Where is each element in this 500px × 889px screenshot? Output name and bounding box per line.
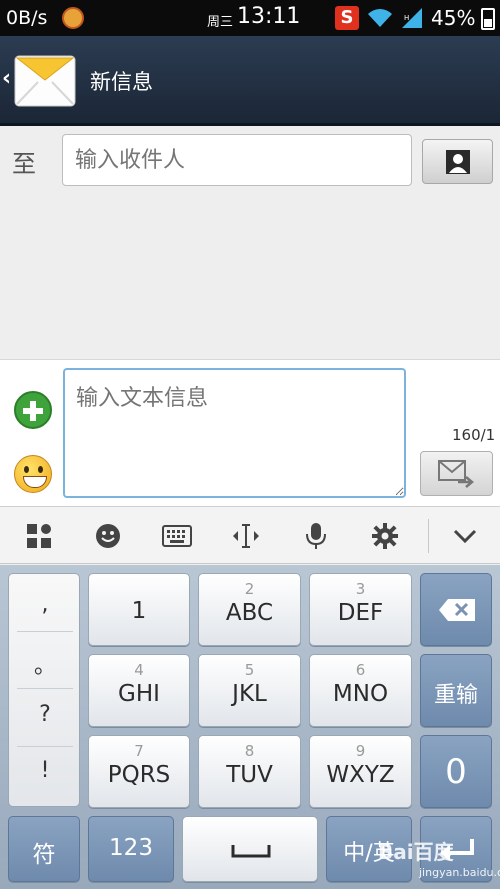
status-bar: 0B/s 周三 13:11 S H 45% [0,0,500,36]
watermark: Bai百度 [378,840,454,864]
character-counter: 160/1 [452,426,496,444]
divider [17,688,73,689]
toolbar-divider [428,519,429,553]
contact-picker-button[interactable] [422,139,493,184]
punctuation-column[interactable]: , 。 ? ! [8,573,80,807]
key-8[interactable]: 8 TUV [198,735,301,808]
divider [17,631,73,632]
key-3[interactable]: 3 DEF [309,573,412,646]
send-button[interactable] [420,451,493,496]
space-key[interactable] [182,816,318,882]
mic-icon[interactable] [301,521,331,551]
symbols-key[interactable]: 符 [8,816,80,882]
numbers-key[interactable]: 123 [88,816,174,882]
key-0[interactable]: 0 [420,735,492,808]
network-speed: 0B/s [6,7,48,29]
notification-app-icon [62,7,84,29]
emoji-icon[interactable] [93,521,123,551]
chevron-down-icon[interactable] [450,521,480,551]
battery-percent: 45% [431,6,476,30]
key-9[interactable]: 9 WXYZ [309,735,412,808]
retype-key[interactable]: 重输 [420,654,492,727]
send-icon [437,459,474,488]
input-method-icon: S [335,6,359,30]
signal-icon: H [402,8,422,28]
key-5[interactable]: 5 JKL [198,654,301,727]
emoji-button[interactable] [14,455,52,493]
action-bar: ‹ 新信息 [0,36,500,126]
key-4[interactable]: 4 GHI [88,654,190,727]
page-title: 新信息 [90,70,153,94]
punct-exclaim[interactable]: ! [9,758,81,783]
cursor-icon[interactable] [231,521,261,551]
punct-question[interactable]: ? [9,702,81,727]
keyboard-icon[interactable] [162,521,192,551]
wifi-icon [368,9,392,27]
contact-icon [445,149,470,174]
message-input[interactable] [63,368,406,498]
ime-toolbar [0,506,500,564]
key-1[interactable]: 1 [88,573,190,646]
backspace-key[interactable] [420,573,492,646]
punct-period[interactable]: 。 [9,648,81,680]
gear-icon[interactable] [370,521,400,551]
divider [17,746,73,747]
recipient-input[interactable] [62,134,412,186]
messaging-app-icon[interactable] [14,50,76,112]
weekday: 周三 [207,15,234,30]
recipient-label: 至 [12,150,36,178]
battery-icon [481,8,495,30]
grid-icon[interactable] [24,521,54,551]
key-6[interactable]: 6 MNO [309,654,412,727]
svg-text:H: H [404,14,409,22]
watermark-url: jingyan.baidu.com [419,866,500,879]
clock: 13:11 [237,4,301,29]
back-chevron-icon[interactable]: ‹ [2,66,11,91]
space-icon [231,845,271,858]
key-2[interactable]: 2 ABC [198,573,301,646]
backspace-icon [439,599,475,621]
punct-comma[interactable]: , [9,592,81,617]
add-attachment-button[interactable] [14,391,52,429]
key-7[interactable]: 7 PQRS [88,735,190,808]
